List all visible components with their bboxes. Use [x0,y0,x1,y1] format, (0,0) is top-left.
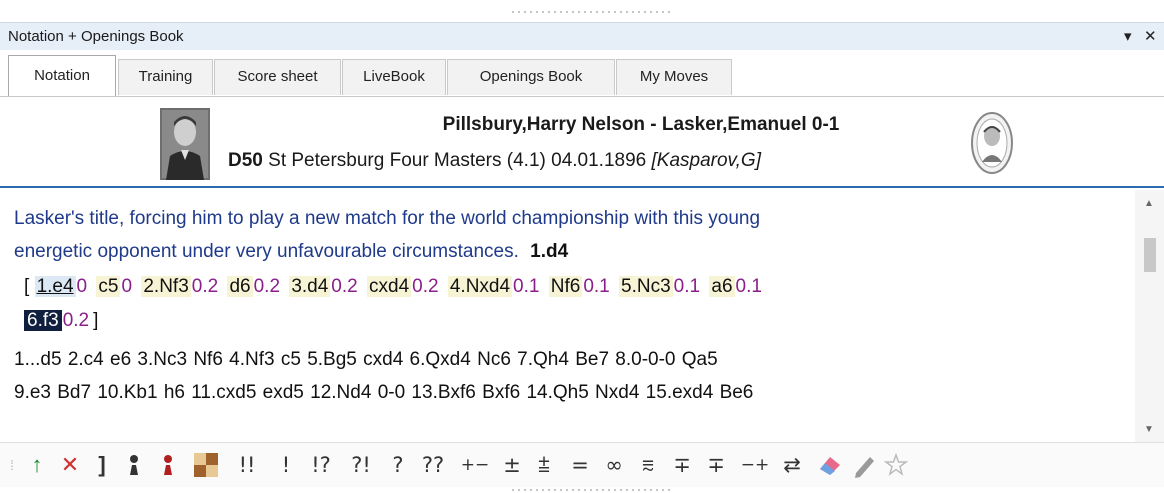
symbol-compensation[interactable]: ⩳ [636,451,660,479]
top-splitter[interactable] [0,0,1164,22]
panel-titlebar: Notation + Openings Book ▾ ✕ [0,22,1164,50]
tab-score-sheet[interactable]: Score sheet [214,59,341,95]
variation-close-bracket: ] [93,310,99,331]
bracket-button[interactable]: ] [94,451,110,479]
variation-eval: 0.2 [412,276,439,297]
symbol-mistake[interactable]: ? [388,451,408,479]
annotator: [Kasparov,G] [651,150,761,171]
tab-notation[interactable]: Notation [8,55,116,97]
symbol-dubious[interactable]: ?! [346,451,376,479]
tab-bar: Notation Training Score sheet LiveBook O… [0,50,1164,97]
symbol-equal[interactable]: = [568,451,592,479]
scroll-down-icon[interactable]: ▼ [1144,424,1154,435]
symbol-brilliant[interactable]: !! [232,451,262,479]
symbol-counterplay[interactable]: ⇄ [780,451,804,479]
symbol-interesting[interactable]: !? [306,451,336,479]
variation-line-2: 6.f3 0.2] [24,304,98,337]
scroll-thumb[interactable] [1144,238,1156,272]
symbol-black-winning[interactable]: −+ [738,451,772,479]
comment-line-1: Lasker's title, forcing him to play a ne… [14,208,761,229]
current-move-eval: 0.2 [62,310,90,331]
annotation-toolbar: ⁞ ↑ ✕ ] !! ! !? ?! ? ?? +− ± ⩲ = ∞ ⩳ ∓ ∓… [0,442,1164,487]
tab-livebook[interactable]: LiveBook [342,59,446,95]
symbol-unclear[interactable]: ∞ [602,451,626,479]
event-info: St Petersburg Four Masters (4.1) 04.01.1… [268,150,647,171]
panel-title: Notation + Openings Book [8,28,184,45]
white-pawn-icon[interactable] [122,451,146,479]
symbol-white-slightly-better[interactable]: ⩲ [532,451,556,479]
vertical-scrollbar[interactable]: ▲ ▼ [1135,190,1164,442]
pencil-icon[interactable] [852,451,878,479]
move-1-d4[interactable]: 1.d4 [530,241,568,262]
variation-move[interactable]: cxd4 [367,276,412,297]
main-line-1[interactable]: 1...d5 2.c4 e6 3.Nc3 Nf6 4.Nf3 c5 5.Bg5 … [14,343,718,376]
black-player-portrait [971,112,1013,174]
main-line-2[interactable]: 9.e3 Bd7 10.Kb1 h6 11.cxd5 exd5 12.Nd4 0… [14,376,753,409]
dropdown-icon[interactable]: ▾ [1124,27,1132,45]
variation-eval: 0.2 [253,276,281,297]
event-line: D50 St Petersburg Four Masters (4.1) 04.… [228,150,761,172]
toolbar-grip: ⁞ [10,457,14,473]
current-move[interactable]: 6.f3 [24,310,62,331]
scroll-up-icon[interactable]: ▲ [1144,198,1154,209]
delete-icon[interactable]: ✕ [58,451,82,479]
variation-eval: 0.2 [331,276,358,297]
variation-eval: 0.1 [673,276,701,297]
variation-open-bracket: [ [24,276,30,297]
symbol-white-winning[interactable]: +− [458,451,492,479]
comment-line-2: energetic opponent under very unfavourab… [14,235,568,268]
comment-text: energetic opponent under very unfavourab… [14,241,519,262]
variation-move[interactable]: d6 [227,276,253,297]
symbol-good[interactable]: ! [276,451,296,479]
variation-eval: 0.2 [191,276,219,297]
bottom-splitter[interactable] [510,488,670,492]
close-icon[interactable]: ✕ [1144,27,1157,45]
symbol-black-better[interactable]: ∓ [704,451,728,479]
variation-eval: 0.1 [583,276,610,297]
eraser-icon[interactable] [816,451,844,479]
variation-move[interactable]: 5.Nc3 [619,276,673,297]
symbol-white-better[interactable]: ± [500,451,524,479]
symbol-blunder[interactable]: ?? [418,451,448,479]
tab-training[interactable]: Training [118,59,213,95]
variation-eval: 0 [76,276,88,297]
star-icon[interactable] [884,451,908,479]
tab-my-moves[interactable]: My Moves [616,59,732,95]
header-separator [0,186,1164,188]
eco-code: D50 [228,150,263,171]
variation-eval: 0 [121,276,133,297]
splitter-grip[interactable] [510,10,670,14]
tab-openings-book[interactable]: Openings Book [447,59,615,95]
arrow-up-icon[interactable]: ↑ [26,451,48,479]
black-pawn-icon[interactable] [156,451,180,479]
symbol-black-slightly-better[interactable]: ∓ [670,451,694,479]
variation-eval: 0.1 [513,276,540,297]
notation-pane[interactable]: Lasker's title, forcing him to play a ne… [0,190,1135,442]
variation-move[interactable]: 2.Nf3 [141,276,191,297]
variation-move[interactable]: 1.e4 [34,276,76,297]
variation-move[interactable]: 4.Nxd4 [447,276,513,297]
variation-eval: 0.1 [735,276,762,297]
variation-move[interactable]: 3.d4 [289,276,331,297]
variation-move[interactable]: Nf6 [548,276,583,297]
variation-line: [ 1.e4 0 c5 0 2.Nf3 0.2 d6 0.2 3.d4 0.2 cxd4 0… [24,270,766,303]
variation-move[interactable]: a6 [709,276,735,297]
variation-move[interactable]: c5 [96,276,121,297]
board-icon[interactable] [192,451,220,479]
